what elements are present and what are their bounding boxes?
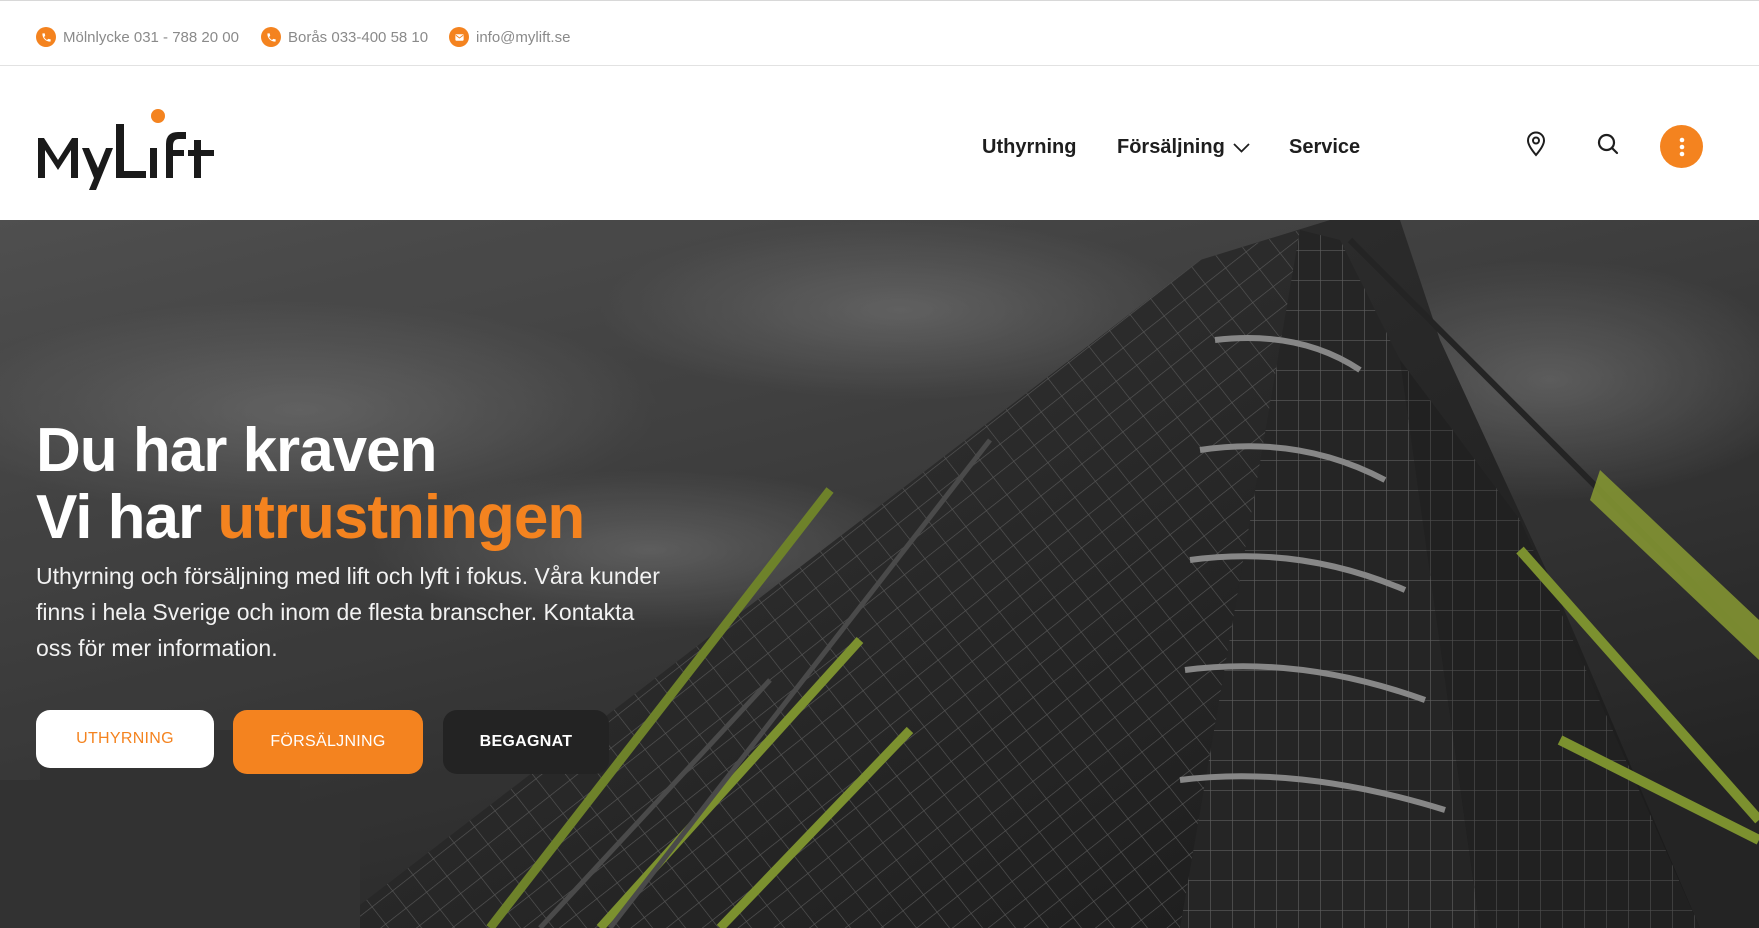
forsaljning-button[interactable]: FÖRSÄLJNING bbox=[233, 710, 423, 774]
contact-text: Borås 033-400 58 10 bbox=[288, 28, 429, 46]
site-header: Uthyrning Försäljning Service bbox=[0, 66, 1759, 220]
uthyrning-button[interactable]: UTHYRNING bbox=[36, 710, 214, 768]
nav-service[interactable]: Service bbox=[1289, 136, 1360, 159]
mail-icon bbox=[449, 27, 469, 47]
more-menu-button[interactable] bbox=[1660, 125, 1703, 168]
hero-description: Uthyrning och försäljning med lift och l… bbox=[36, 563, 660, 661]
nav-uthyrning[interactable]: Uthyrning bbox=[982, 136, 1076, 159]
nav-label: Försäljning bbox=[1117, 136, 1225, 158]
begagnat-button[interactable]: BEGAGNAT bbox=[443, 710, 609, 774]
hero-title-line2: Vi har utrustningen bbox=[36, 483, 585, 552]
nav-label: Uthyrning bbox=[982, 136, 1077, 158]
nav-label: Service bbox=[1289, 136, 1361, 158]
contact-email[interactable]: info@mylift.se bbox=[449, 27, 570, 47]
hero-headline: Du har kraven Vi har utrustningen bbox=[36, 416, 585, 552]
chevron-down-icon bbox=[1233, 142, 1250, 153]
hero-title-accent: utrustningen bbox=[217, 483, 585, 552]
hero-title-line1: Du har kraven bbox=[36, 416, 438, 485]
mylift-logo[interactable] bbox=[36, 104, 218, 192]
top-contact-bar: Mölnlycke 031 - 788 20 00 Borås 033-400 … bbox=[0, 0, 1759, 66]
nav-forsaljning[interactable]: Försäljning bbox=[1117, 136, 1250, 159]
phone-icon bbox=[261, 27, 281, 47]
contact-text: info@mylift.se bbox=[476, 28, 571, 46]
phone-icon bbox=[36, 27, 56, 47]
hero-section: Du har kraven Vi har utrustningen Uthyrn… bbox=[0, 220, 1759, 928]
hero-title-prefix: Vi har bbox=[36, 483, 218, 552]
search-icon[interactable] bbox=[1594, 130, 1622, 158]
contact-boras[interactable]: Borås 033-400 58 10 bbox=[261, 27, 428, 47]
more-vertical-icon bbox=[1679, 137, 1684, 156]
contact-molnlycke[interactable]: Mölnlycke 031 - 788 20 00 bbox=[36, 27, 239, 47]
location-pin-icon[interactable] bbox=[1522, 130, 1550, 158]
contact-text: Mölnlycke 031 - 788 20 00 bbox=[63, 28, 239, 46]
